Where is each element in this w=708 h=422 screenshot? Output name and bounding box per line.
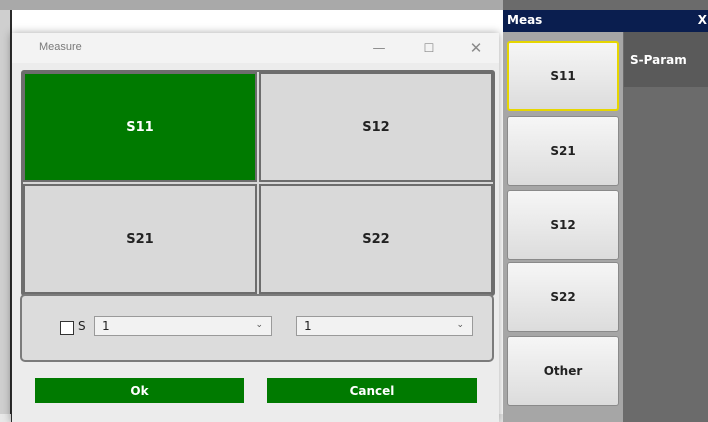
meas-panel-header: Meas X [503,10,708,32]
softkey-s11[interactable]: S11 [507,41,619,111]
chevron-down-icon: ⌄ [456,320,464,330]
measure-dialog: Measure — ☐ ✕ S11 S12 S21 S22 S 1 ⌄ 1 ⌄ … [11,33,499,422]
port-select-1[interactable]: 1 ⌄ [94,316,272,336]
close-icon[interactable]: X [698,13,707,27]
s-checkbox[interactable] [60,321,74,335]
cancel-button[interactable]: Cancel [267,378,477,403]
s-checkbox-label: S [78,319,86,333]
port-select-2-value: 1 [304,319,312,333]
meas-panel-title: Meas [507,13,543,27]
softkey-s12[interactable]: S12 [507,190,619,260]
close-icon[interactable]: ✕ [456,35,496,61]
chevron-down-icon: ⌄ [255,320,263,330]
port-select-2[interactable]: 1 ⌄ [296,316,473,336]
port-select-1-value: 1 [102,319,110,333]
maximize-icon[interactable]: ☐ [409,35,449,61]
options-group: S 1 ⌄ 1 ⌄ [20,294,494,362]
tab-s-param[interactable]: S-Param [624,32,708,87]
dialog-titlebar[interactable]: Measure — ☐ ✕ [12,33,499,63]
tab-s-param-label: S-Param [630,53,687,67]
measurement-cell-s12[interactable]: S12 [259,72,493,182]
ok-button[interactable]: Ok [35,378,244,403]
dialog-title: Measure [39,41,82,53]
meas-side-panel: Meas X S11 S21 S12 S22 Other S-Param [503,0,708,422]
measurement-cell-s11[interactable]: S11 [23,72,257,182]
measurement-cell-s22[interactable]: S22 [259,184,493,294]
softkey-column: S11 S21 S12 S22 Other [503,32,623,422]
background-app-bar [0,0,503,10]
measurement-grid: S11 S12 S21 S22 [21,70,495,296]
minimize-icon[interactable]: — [359,35,399,61]
softkey-s21[interactable]: S21 [507,116,619,186]
measurement-cell-s21[interactable]: S21 [23,184,257,294]
softkey-s22[interactable]: S22 [507,262,619,332]
background-app-edge [0,10,10,422]
softkey-other[interactable]: Other [507,336,619,406]
